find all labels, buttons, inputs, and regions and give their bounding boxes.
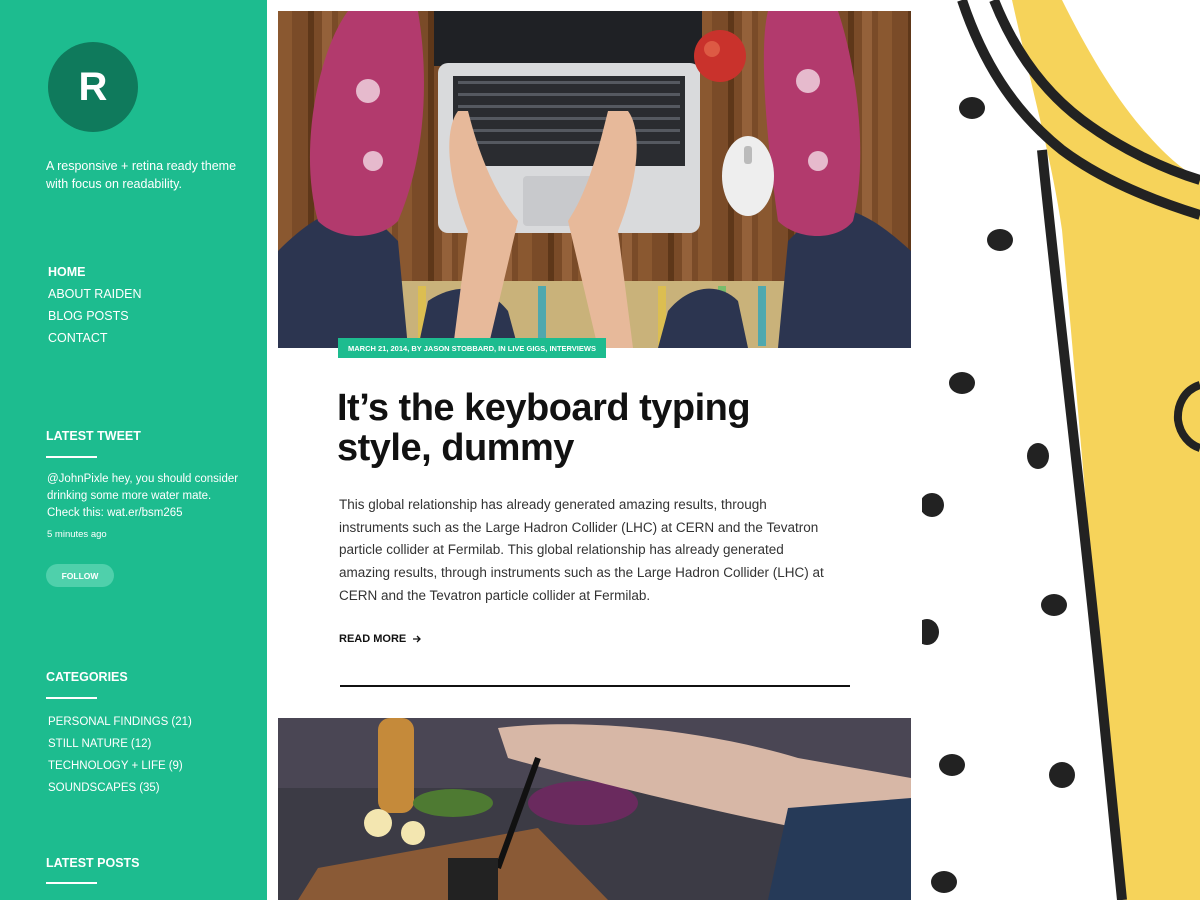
post-meta-tag[interactable]: MARCH 21, 2014, BY JASON STOBBARD, IN LI… xyxy=(338,338,606,358)
tweet-text: @JohnPixle hey, you should consider drin… xyxy=(47,473,239,519)
cooking-photo xyxy=(278,718,911,900)
nav-item-blog-posts[interactable]: BLOG POSTS xyxy=(48,305,142,327)
latest-tweet-divider xyxy=(46,456,97,458)
nav-item-contact[interactable]: CONTACT xyxy=(48,327,142,349)
post-featured-image[interactable] xyxy=(278,11,911,348)
nav-item-home[interactable]: HOME xyxy=(48,261,142,283)
category-item[interactable]: TECHNOLOGY + LIFE (9) xyxy=(48,755,192,777)
category-count: (35) xyxy=(139,782,160,794)
latest-tweet-title: LATEST TWEET xyxy=(46,429,141,443)
arrow-right-icon xyxy=(413,635,422,643)
category-count: (9) xyxy=(168,760,183,772)
categories-divider xyxy=(46,697,97,699)
category-item[interactable]: PERSONAL FINDINGS (21) xyxy=(48,711,192,733)
post-title[interactable]: It’s the keyboard typing style, dummy xyxy=(337,388,817,468)
decorative-background xyxy=(922,0,1200,900)
category-name: PERSONAL FINDINGS xyxy=(48,716,169,728)
tweet-timestamp: 5 minutes ago xyxy=(47,529,107,540)
latest-posts-title: LATEST POSTS xyxy=(46,856,140,870)
site-logo[interactable]: R xyxy=(48,42,138,132)
decorative-pattern xyxy=(922,0,1200,900)
category-item[interactable]: SOUNDSCAPES (35) xyxy=(48,777,192,799)
site-tagline: A responsive + retina ready theme with f… xyxy=(46,159,237,191)
read-more-label: READ MORE xyxy=(339,633,407,645)
next-post-featured-image[interactable] xyxy=(278,718,911,900)
categories-title: CATEGORIES xyxy=(46,670,128,684)
category-count: (21) xyxy=(171,716,192,728)
read-more-link[interactable]: READ MORE xyxy=(339,633,422,645)
main-content: MARCH 21, 2014, BY JASON STOBBARD, IN LI… xyxy=(267,0,922,900)
category-name: TECHNOLOGY + LIFE xyxy=(48,760,166,772)
category-item[interactable]: STILL NATURE (12) xyxy=(48,733,192,755)
sidebar: R A responsive + retina ready theme with… xyxy=(0,0,267,900)
main-nav: HOME ABOUT RAIDEN BLOG POSTS CONTACT xyxy=(48,261,142,349)
categories-list: PERSONAL FINDINGS (21) STILL NATURE (12) T… xyxy=(48,711,192,799)
post-divider xyxy=(340,685,850,687)
post-excerpt: This global relationship has already gen… xyxy=(339,497,824,603)
typing-laptop-photo xyxy=(278,11,911,348)
category-name: STILL NATURE xyxy=(48,738,128,750)
category-count: (12) xyxy=(130,738,152,750)
category-name: SOUNDSCAPES xyxy=(48,782,137,794)
nav-item-about[interactable]: ABOUT RAIDEN xyxy=(48,283,142,305)
follow-button[interactable]: FOLLOW xyxy=(46,564,114,587)
latest-posts-divider xyxy=(46,882,97,884)
